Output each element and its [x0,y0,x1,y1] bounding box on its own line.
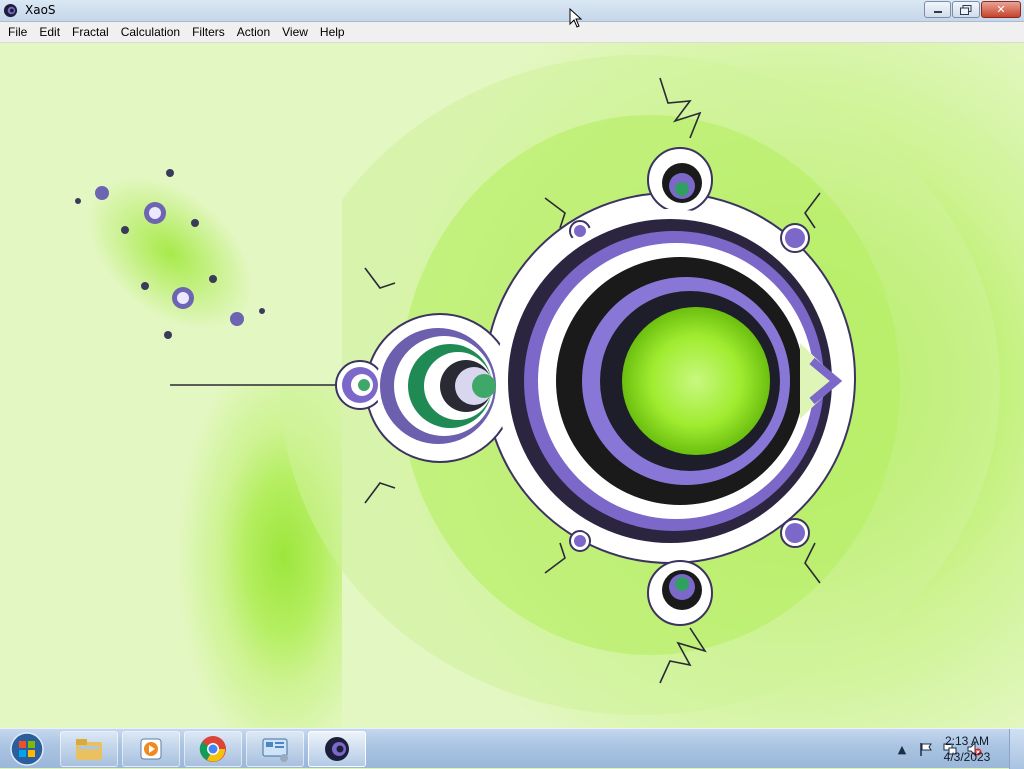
xaos-app-icon [3,3,18,18]
mouse-cursor-icon [569,8,583,28]
clock-date: 4/3/2023 [943,750,991,764]
menu-calculation[interactable]: Calculation [115,23,186,42]
window-titlebar[interactable]: XaoS ✕ [0,0,1024,22]
secondary-bulb [376,320,508,452]
windows-start-orb-icon [10,732,44,766]
show-desktop-button[interactable] [1009,729,1024,769]
media-player-icon [140,738,162,760]
taskbar-media-player-button[interactable] [122,731,180,767]
xaos-icon [325,737,349,761]
folder-icon [76,739,102,760]
taskbar-chrome-button[interactable] [184,731,242,767]
window-title: XaoS [25,3,56,17]
menu-action[interactable]: Action [231,23,276,42]
taskbar-xaos-button[interactable] [308,731,366,767]
main-cardioid [496,209,843,553]
menu-edit[interactable]: Edit [33,23,66,42]
taskbar-explorer-button[interactable] [60,731,118,767]
close-icon: ✕ [996,3,1006,16]
chrome-icon [199,736,226,762]
action-center-flag-icon[interactable] [918,741,934,757]
fractal-canvas[interactable] [0,43,1024,728]
restore-icon [960,4,972,15]
show-hidden-icons-icon[interactable]: ▲ [894,741,910,757]
menu-help[interactable]: Help [314,23,351,42]
menu-filters[interactable]: Filters [186,23,231,42]
restore-button[interactable] [952,1,980,18]
menu-bar: File Edit Fractal Calculation Filters Ac… [0,22,1024,43]
close-button[interactable]: ✕ [981,1,1021,18]
unrendered-region-left [0,385,170,728]
control-panel-icon [262,738,288,762]
taskbar: ▲ 2:13 AM 4/3/2023 [0,728,1024,769]
start-button[interactable] [4,730,50,768]
taskbar-clock[interactable]: 2:13 AM 4/3/2023 [937,733,997,765]
menu-view[interactable]: View [276,23,314,42]
clock-time: 2:13 AM [944,734,990,748]
taskbar-control-panel-button[interactable] [246,731,304,767]
menu-file[interactable]: File [2,23,33,42]
menu-fractal[interactable]: Fractal [66,23,115,42]
minimize-button[interactable] [924,1,951,18]
minimize-icon [933,10,942,13]
mandelbrot-render[interactable] [0,43,1024,728]
